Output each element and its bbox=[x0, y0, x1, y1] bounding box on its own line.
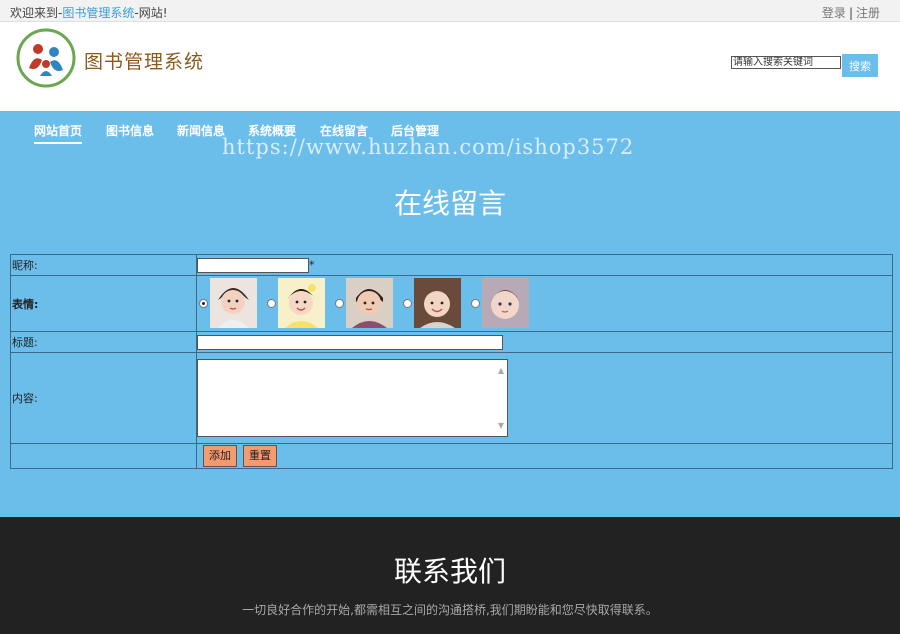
form-row-nickname: 昵称: * bbox=[10, 254, 893, 276]
face-option-2[interactable] bbox=[267, 278, 325, 328]
face-radio-3[interactable] bbox=[335, 298, 344, 308]
required-mark: * bbox=[309, 258, 315, 271]
footer: 联系我们 一切良好合作的开始,都需相互之间的沟通搭桥,我们期盼能和您尽快取得联系… bbox=[0, 517, 900, 634]
welcome-text: 欢迎来到-图书管理系统-网站! bbox=[10, 4, 168, 21]
content-textarea[interactable]: ▲ ▼ bbox=[197, 359, 508, 437]
site-name-link[interactable]: 图书管理系统 bbox=[62, 6, 134, 20]
face-1-icon[interactable] bbox=[210, 278, 257, 328]
auth-separator: | bbox=[848, 6, 853, 20]
face-2-icon[interactable] bbox=[278, 278, 325, 328]
face-options bbox=[197, 276, 892, 331]
emotion-label: 表情: bbox=[10, 275, 197, 332]
face-3-icon[interactable] bbox=[346, 278, 393, 328]
face-option-1[interactable] bbox=[199, 278, 257, 328]
main-content: 网站首页 图书信息 新闻信息 系统概要 在线留言 后台管理 https://ww… bbox=[0, 111, 900, 517]
title-cell bbox=[196, 331, 893, 353]
register-link[interactable]: 注册 bbox=[856, 6, 880, 20]
scroll-up-icon[interactable]: ▲ bbox=[498, 366, 504, 375]
nav-item-books[interactable]: 图书信息 bbox=[106, 122, 154, 139]
face-4-icon[interactable] bbox=[414, 278, 461, 328]
search-input[interactable]: 请输入搜索关键词 bbox=[731, 56, 841, 69]
form-row-content: 内容: ▲ ▼ bbox=[10, 352, 893, 444]
face-5-icon[interactable] bbox=[482, 278, 529, 328]
nav-item-news[interactable]: 新闻信息 bbox=[177, 122, 225, 139]
emotion-cell bbox=[196, 275, 893, 332]
brand-title: 图书管理系统 bbox=[84, 51, 205, 73]
welcome-suffix: -网站! bbox=[134, 6, 168, 20]
face-option-4[interactable] bbox=[403, 278, 461, 328]
face-radio-5[interactable] bbox=[471, 298, 480, 308]
content-cell: ▲ ▼ bbox=[196, 352, 893, 444]
form-row-actions: 添加 重置 bbox=[10, 443, 893, 469]
actions-label-cell bbox=[10, 443, 197, 469]
face-radio-4[interactable] bbox=[403, 298, 412, 308]
nickname-cell: * bbox=[196, 254, 893, 276]
add-button[interactable]: 添加 bbox=[203, 445, 237, 467]
nickname-input[interactable] bbox=[197, 257, 309, 273]
welcome-prefix: 欢迎来到- bbox=[10, 6, 63, 20]
content-label: 内容: bbox=[10, 352, 197, 444]
header: 图书管理系统 请输入搜索关键词 搜索 bbox=[0, 22, 900, 111]
watermark-text: https://www.huzhan.com/ishop3572 bbox=[222, 135, 635, 159]
title-label: 标题: bbox=[10, 331, 197, 353]
guestbook-form: 昵称: * 表情: 标题: 内容: ▲ ▼ 添加 重置 bbox=[10, 254, 893, 469]
page-title: 在线留言 bbox=[393, 187, 506, 220]
reset-button[interactable]: 重置 bbox=[243, 445, 277, 467]
top-bar: 欢迎来到-图书管理系统-网站! 登录 | 注册 bbox=[0, 0, 900, 22]
form-row-title: 标题: bbox=[10, 331, 893, 353]
face-radio-1[interactable] bbox=[199, 298, 208, 308]
title-input[interactable] bbox=[197, 334, 503, 350]
login-link[interactable]: 登录 bbox=[822, 6, 846, 20]
nickname-label: 昵称: bbox=[10, 254, 197, 276]
scroll-down-icon[interactable]: ▼ bbox=[498, 421, 504, 430]
nav-item-home[interactable]: 网站首页 bbox=[34, 122, 83, 144]
face-option-5[interactable] bbox=[471, 278, 529, 328]
auth-links: 登录 | 注册 bbox=[822, 4, 880, 21]
search-button[interactable]: 搜索 bbox=[842, 54, 878, 77]
logo-icon[interactable] bbox=[16, 28, 76, 88]
face-radio-2[interactable] bbox=[267, 298, 276, 308]
face-option-3[interactable] bbox=[335, 278, 393, 328]
footer-text: 一切良好合作的开始,都需相互之间的沟通搭桥,我们期盼能和您尽快取得联系。 bbox=[242, 603, 658, 617]
footer-title: 联系我们 bbox=[393, 555, 506, 588]
actions-cell: 添加 重置 bbox=[196, 443, 893, 469]
form-row-emotion: 表情: bbox=[10, 275, 893, 332]
